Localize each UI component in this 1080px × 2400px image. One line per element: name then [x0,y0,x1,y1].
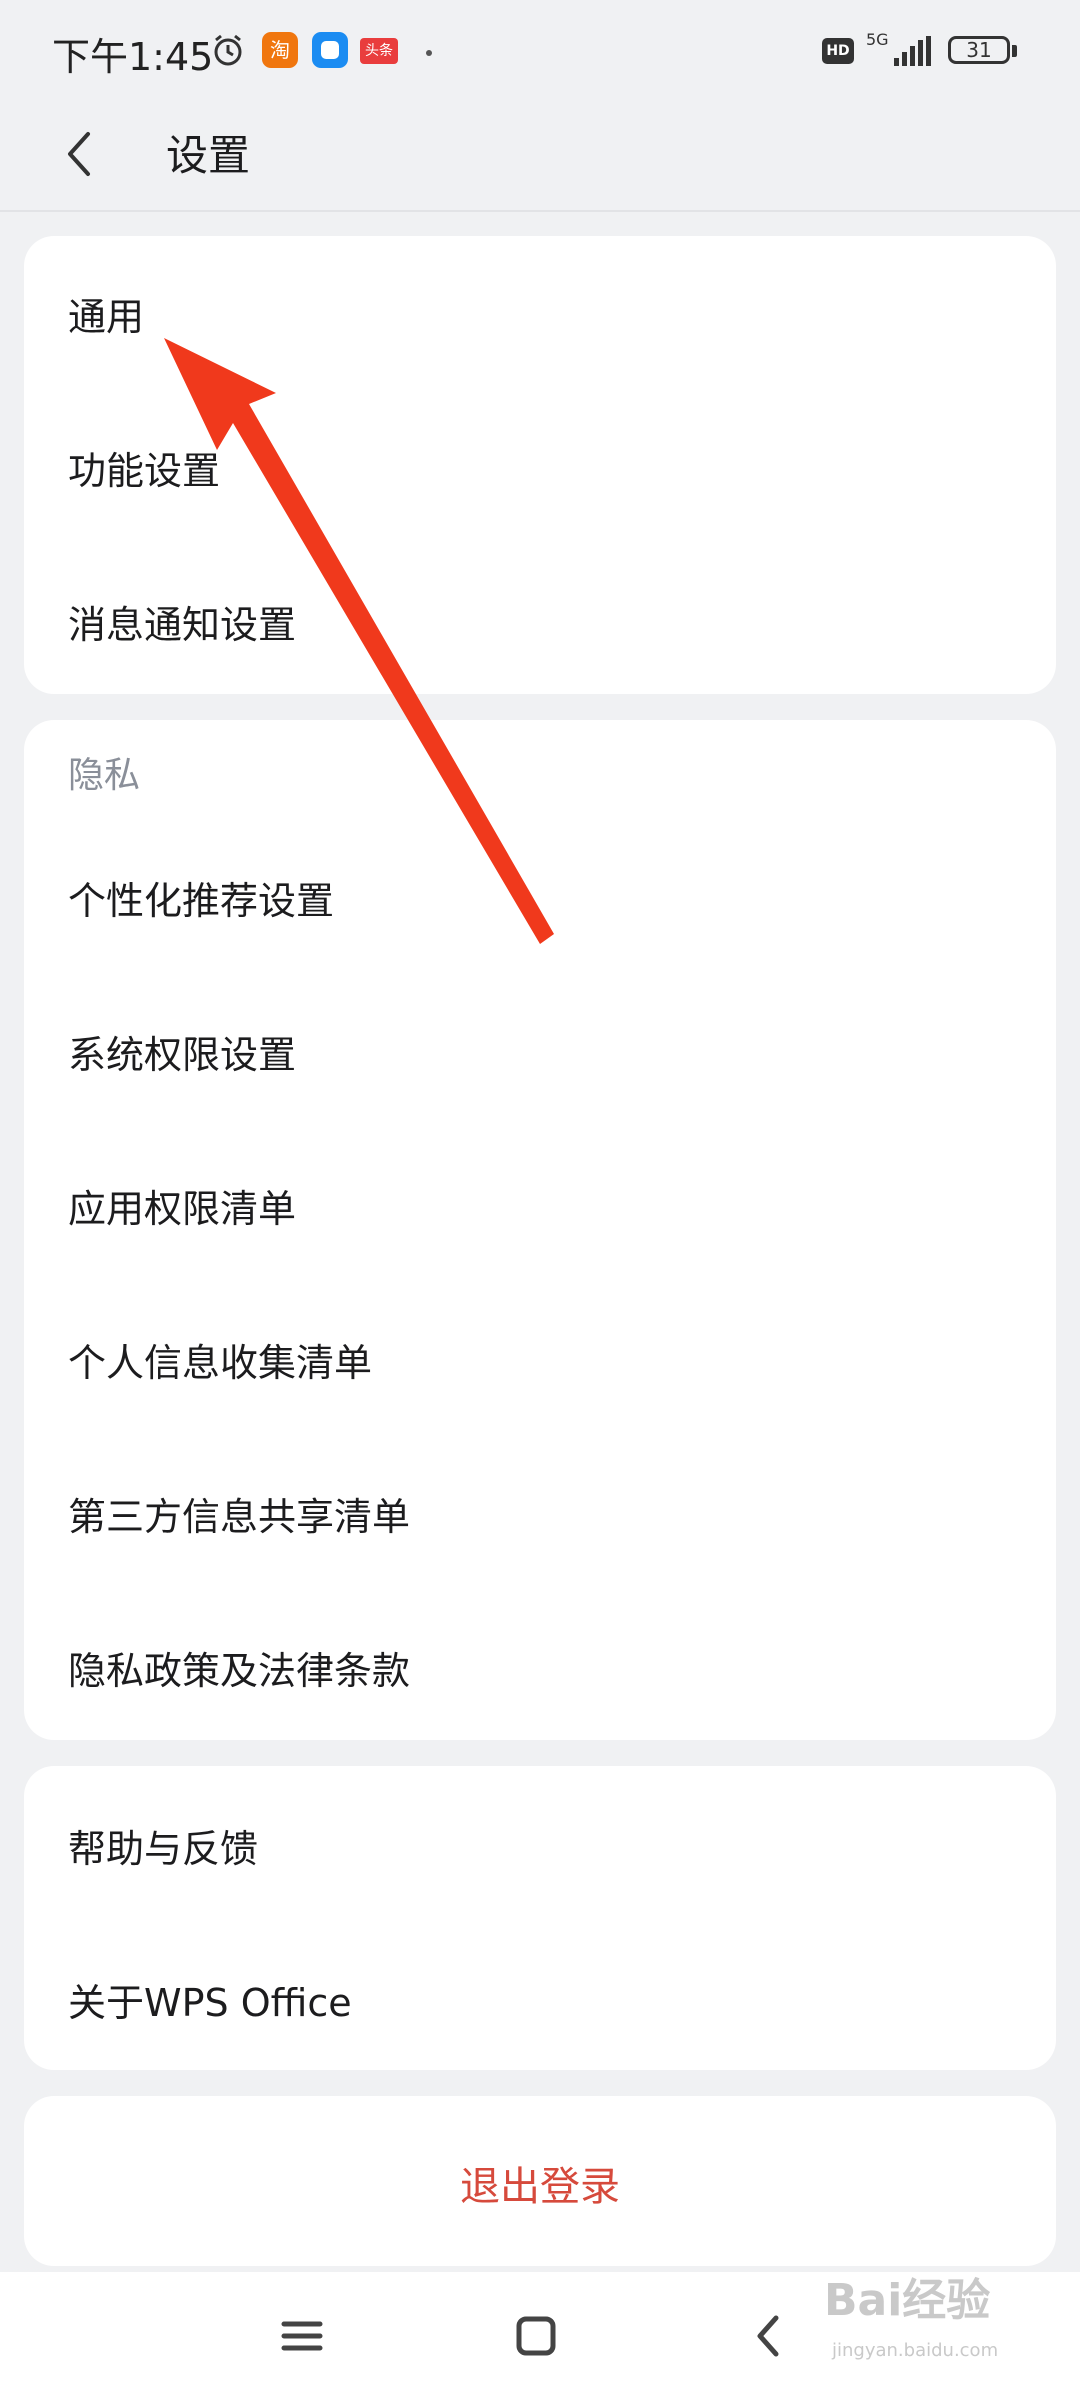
settings-item-personalized-recommendation[interactable]: 个性化推荐设置 [68,870,334,925]
privacy-section-label: 隐私 [68,755,141,796]
settings-item-notifications[interactable]: 消息通知设置 [68,594,296,649]
back-nav-icon[interactable] [740,2306,800,2366]
status-bar: 下午1:45 淘 头条 HD 5G 31 [0,0,1080,104]
back-button[interactable] [48,118,120,190]
settings-item-third-party-sharing-list[interactable]: 第三方信息共享清单 [68,1486,410,1541]
battery-icon: 31 [948,36,1010,64]
chat-app-icon [312,32,348,68]
network-type: 5G [866,30,889,49]
chevron-left-icon [68,132,90,176]
logout-card: 退出登录 [24,2096,1056,2266]
general-settings-card: 通用 功能设置 消息通知设置 [24,236,1056,694]
taobao-app-icon: 淘 [262,32,298,68]
baidu-watermark: Bai经验 [824,2275,991,2326]
home-icon[interactable] [506,2306,566,2366]
signal-icon [894,36,931,66]
menu-icon[interactable] [272,2306,332,2366]
settings-item-feature[interactable]: 功能设置 [68,440,220,495]
battery-tip [1012,45,1017,57]
help-card: 帮助与反馈 关于WPS Office [24,1766,1056,2070]
settings-item-about[interactable]: 关于WPS Office [68,1972,352,2027]
settings-item-help-feedback[interactable]: 帮助与反馈 [68,1818,258,1873]
header: 设置 [0,104,1080,210]
settings-item-app-permissions-list[interactable]: 应用权限清单 [68,1178,296,1233]
more-notifications-dot [426,50,432,56]
privacy-card: 隐私 个性化推荐设置 系统权限设置 应用权限清单 个人信息收集清单 第三方信息共… [24,720,1056,1740]
logout-button[interactable]: 退出登录 [24,2154,1056,2212]
settings-item-system-permissions[interactable]: 系统权限设置 [68,1024,296,1079]
status-time: 下午1:45 [52,35,214,79]
settings-item-general[interactable]: 通用 [68,286,144,341]
page-title: 设置 [166,131,251,180]
header-divider [0,210,1080,212]
baidu-watermark-url: jingyan.baidu.com [832,2340,999,2361]
toutiao-app-icon: 头条 [360,38,398,64]
settings-item-personal-info-list[interactable]: 个人信息收集清单 [68,1332,372,1387]
settings-item-privacy-policy[interactable]: 隐私政策及法律条款 [68,1640,410,1695]
alarm-icon [210,32,246,68]
hd-icon: HD [822,38,854,64]
